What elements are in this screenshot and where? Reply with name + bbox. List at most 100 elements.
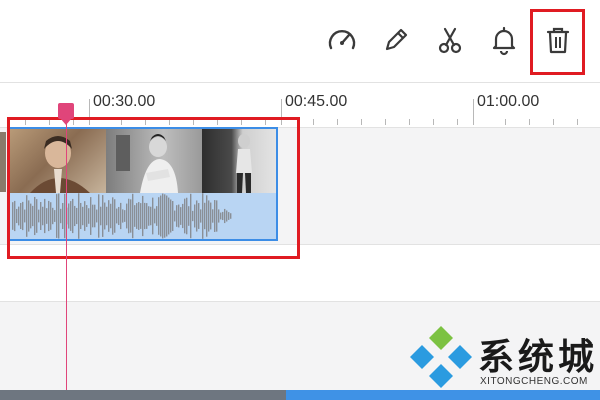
waveform-bar xyxy=(212,209,214,223)
waveform-bar xyxy=(164,194,166,238)
waveform-graphic xyxy=(12,193,232,239)
ruler-tick xyxy=(553,119,554,125)
waveform-bar xyxy=(200,209,202,223)
ruler-tick xyxy=(89,99,90,125)
audio-waveform xyxy=(10,193,276,239)
ruler-tick xyxy=(217,119,218,125)
waveform-bar xyxy=(148,206,150,226)
bell-icon xyxy=(492,26,516,56)
waveform-bar xyxy=(58,193,60,239)
waveform-bar xyxy=(106,206,108,226)
waveform-bar xyxy=(86,205,88,227)
clip-thumbnails xyxy=(10,129,276,193)
waveform-bar xyxy=(70,201,72,231)
waveform-bar xyxy=(206,195,208,237)
waveform-bar xyxy=(146,203,148,229)
delete-button[interactable] xyxy=(536,18,580,62)
waveform-bar xyxy=(30,203,32,229)
timeline-ruler[interactable]: 00:30.00 00:45.00 01:00.00 xyxy=(0,83,600,127)
waveform-bar xyxy=(112,197,114,235)
waveform-bar xyxy=(204,202,206,230)
waveform-bar xyxy=(134,205,136,227)
waveform-bar xyxy=(214,200,216,232)
watermark: 系统城 XITONGCHENG.COM xyxy=(408,322,598,392)
watermark-subtitle: XITONGCHENG.COM xyxy=(480,376,588,387)
watermark-title: 系统城 xyxy=(478,337,599,378)
waveform-bar xyxy=(124,210,126,222)
edit-button[interactable] xyxy=(374,18,418,62)
waveform-bar xyxy=(208,200,210,232)
ruler-label-45s: 00:45.00 xyxy=(285,93,348,110)
waveform-bar xyxy=(90,197,92,235)
waveform-bar xyxy=(184,198,186,234)
waveform-bar xyxy=(162,193,164,239)
waveform-bar xyxy=(190,193,192,239)
waveform-bar xyxy=(116,208,118,224)
waveform-bar xyxy=(228,212,230,220)
waveform-bar xyxy=(160,195,162,237)
waveform-bar xyxy=(12,202,14,230)
waveform-bar xyxy=(152,197,154,235)
waveform-bar xyxy=(46,208,48,224)
waveform-bar xyxy=(118,206,120,226)
waveform-bar xyxy=(16,208,18,224)
timeline-scrollbar-track[interactable] xyxy=(0,390,286,400)
waveform-bar xyxy=(150,206,152,226)
waveform-bar xyxy=(168,197,170,235)
ruler-tick xyxy=(409,119,410,125)
waveform-bar xyxy=(172,201,174,231)
toolbar xyxy=(0,0,600,83)
speed-button[interactable] xyxy=(320,18,364,62)
waveform-bar xyxy=(96,209,98,223)
waveform-bar xyxy=(130,199,132,233)
waveform-bar xyxy=(68,203,70,229)
waveform-bar xyxy=(32,205,34,227)
ruler-label-60s: 01:00.00 xyxy=(477,93,540,110)
ruler-tick xyxy=(121,119,122,125)
waveform-bar xyxy=(156,206,158,226)
waveform-bar xyxy=(54,210,56,222)
previous-clip-edge[interactable] xyxy=(0,132,6,192)
waveform-bar xyxy=(222,211,224,221)
waveform-bar xyxy=(84,201,86,231)
waveform-bar xyxy=(166,195,168,237)
waveform-bar xyxy=(42,206,44,226)
waveform-bar xyxy=(224,208,226,224)
empty-track[interactable] xyxy=(0,245,600,301)
waveform-bar xyxy=(14,200,16,232)
waveform-bar xyxy=(102,195,104,237)
waveform-bar xyxy=(194,204,196,228)
ruler-tick xyxy=(49,119,50,125)
playhead-handle[interactable] xyxy=(58,103,74,125)
ruler-tick xyxy=(193,119,194,125)
ruler-tick xyxy=(241,119,242,125)
waveform-bar xyxy=(174,210,176,222)
waveform-bar xyxy=(128,198,130,234)
waveform-bar xyxy=(110,203,112,229)
waveform-bar xyxy=(92,204,94,228)
waveform-bar xyxy=(114,199,116,233)
ruler-tick xyxy=(281,99,282,125)
waveform-bar xyxy=(180,207,182,225)
video-clip[interactable] xyxy=(8,127,278,241)
ruler-tick xyxy=(169,119,170,125)
split-button[interactable] xyxy=(428,18,472,62)
playhead-line[interactable] xyxy=(66,112,67,400)
ruler-tick xyxy=(361,119,362,125)
waveform-bar xyxy=(188,206,190,226)
waveform-bar xyxy=(104,202,106,230)
waveform-bar xyxy=(72,198,74,234)
waveform-bar xyxy=(44,198,46,234)
waveform-bar xyxy=(34,196,36,236)
ruler-label-30s: 00:30.00 xyxy=(93,93,156,110)
watermark-logo-icon xyxy=(410,326,472,388)
waveform-bar xyxy=(122,209,124,223)
waveform-bar xyxy=(78,193,80,239)
clip-thumbnail xyxy=(106,129,202,193)
waveform-bar xyxy=(226,210,228,222)
waveform-bar xyxy=(62,203,64,229)
waveform-bar xyxy=(40,202,42,230)
clip-thumbnail xyxy=(202,129,276,193)
notification-button[interactable] xyxy=(482,18,526,62)
waveform-bar xyxy=(74,205,76,227)
